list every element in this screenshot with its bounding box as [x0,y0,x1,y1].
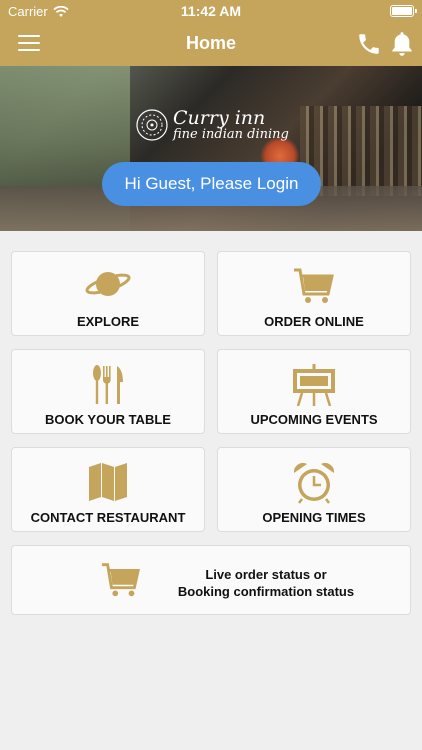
nav-bar: Home [0,22,422,66]
opening-times-tile[interactable]: OPENING TIMES [217,447,411,532]
explore-tile[interactable]: EXPLORE [11,251,205,336]
order-status-label: Live order status or Booking confirmatio… [122,566,410,600]
phone-icon[interactable] [356,31,382,57]
cart-icon [294,268,334,303]
contact-restaurant-label: CONTACT RESTAURANT [30,510,186,525]
upcoming-events-tile[interactable]: UPCOMING EVENTS [217,349,411,434]
restaurant-logo: Curry inn fine indian dining [135,108,289,142]
order-online-label: ORDER ONLINE [264,314,364,329]
battery-icon [390,5,417,17]
explore-label: EXPLORE [76,314,140,329]
order-online-tile[interactable]: ORDER ONLINE [217,251,411,336]
logo-tagline: fine indian dining [173,127,289,142]
easel-icon [293,364,335,406]
contact-restaurant-tile[interactable]: CONTACT RESTAURANT [11,447,205,532]
book-table-label: BOOK YOUR TABLE [45,412,171,427]
hero-banner: Curry inn fine indian dining Hi Guest, P… [0,66,422,231]
bell-icon[interactable] [389,30,415,58]
opening-times-label: OPENING TIMES [262,510,366,525]
book-table-tile[interactable]: BOOK YOUR TABLE [11,349,205,434]
order-status-line2: Booking confirmation status [177,584,355,599]
cutlery-icon [93,365,123,404]
order-status-line1: Live order status or [205,567,327,582]
login-button[interactable]: Hi Guest, Please Login [102,162,321,206]
logo-name: Curry inn [173,107,266,129]
upcoming-events-label: UPCOMING EVENTS [250,412,378,427]
status-time: 11:42 AM [180,3,242,19]
mandala-logo-icon [136,109,168,141]
map-icon [89,463,127,501]
alarm-clock-icon [293,463,335,504]
planet-icon [85,272,131,296]
status-bar: Carrier 11:42 AM [0,0,422,22]
order-status-tile[interactable]: Live order status or Booking confirmatio… [11,545,411,615]
